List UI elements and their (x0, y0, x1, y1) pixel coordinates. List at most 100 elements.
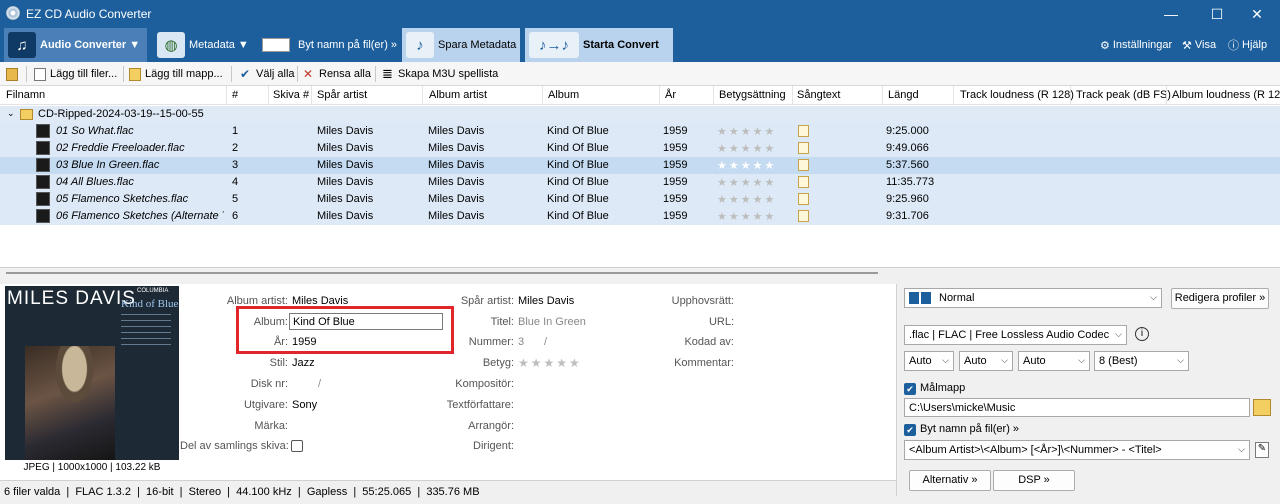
arranger-label: Arrangör: (468, 420, 514, 432)
track-row[interactable]: 04 All Blues.flac 4 Miles Davis Miles Davis… (0, 174, 1280, 191)
rename-pattern-select[interactable]: <Album Artist>\<Album> [<År>]\<Nummer> -… (904, 440, 1250, 460)
title-bar: EZ CD Audio Converter — ☐ ✕ (0, 0, 1280, 28)
bit-depth-select[interactable]: Auto ⌵ (959, 351, 1013, 371)
metadata-menu[interactable]: ◍ Metadata ▼ (153, 28, 253, 62)
brand-label: Märka: (254, 420, 288, 432)
collapse-chevron-icon[interactable]: ⌄ (7, 108, 15, 119)
channels-select[interactable]: Auto ⌵ (1018, 351, 1090, 371)
lyrics-edit-icon[interactable] (798, 142, 809, 154)
track-row[interactable]: 01 So What.flac 1 Miles Davis Miles Davis Ki… (0, 123, 1280, 140)
checkmark-icon: ✔ (240, 66, 251, 81)
convert-arrow-icon: ♪→♪ (529, 32, 579, 58)
track-row[interactable]: 05 Flamenco Sketches.flac 5 Miles Davis Mil… (0, 191, 1280, 208)
edit-pattern-icon[interactable]: ✎ (1255, 442, 1269, 458)
browse-folder-icon[interactable] (1253, 399, 1271, 416)
track-row[interactable]: 06 Flamenco Sketches (Alternate T... 6 Mil… (0, 208, 1280, 225)
album-cover[interactable]: MILES DAVIS COLUMBIA Kind of Blue (5, 286, 179, 460)
rename-checkbox[interactable]: ✔ (904, 424, 916, 436)
help-button[interactable]: ⓘ Hjälp (1228, 28, 1274, 62)
track-artist-value[interactable]: Miles Davis (518, 295, 574, 307)
col-track-loudness[interactable]: Track loudness (R 128) (960, 89, 1074, 101)
publisher-label: Utgivare: (243, 399, 288, 411)
format-select[interactable]: .flac | FLAC | Free Lossless Audio Codec… (904, 325, 1127, 345)
rating-stars[interactable]: ★★★★★ (518, 356, 582, 370)
folder-icon (6, 67, 18, 81)
sample-rate-select[interactable]: Auto ⌵ (904, 351, 954, 371)
settings-button[interactable]: ⚙ Inställningar (1100, 28, 1174, 62)
home-folder-button[interactable] (6, 66, 22, 82)
col-track-artist[interactable]: Spår artist (317, 89, 367, 101)
dsp-button[interactable]: DSP » (993, 470, 1075, 491)
col-disc[interactable]: Skiva # (273, 89, 309, 101)
year-cell: 1959 (663, 125, 688, 137)
track-row[interactable]: 03 Blue In Green.flac 3 Miles Davis Miles D… (0, 157, 1280, 174)
view-button[interactable]: ⚒ Visa (1182, 28, 1222, 62)
col-number[interactable]: # (232, 89, 238, 101)
rating-stars[interactable]: ★★★★★ (717, 193, 776, 206)
file-list[interactable]: Filnamn # Skiva # Spår artist Album arti… (0, 86, 1280, 268)
rating-stars[interactable]: ★★★★★ (717, 176, 776, 189)
disc-label: Disk nr: (250, 378, 288, 390)
genre-value[interactable]: Jazz (292, 357, 315, 369)
create-m3u-button[interactable]: ≣ Skapa M3U spellista (382, 66, 498, 82)
options-button[interactable]: Alternativ » (909, 470, 991, 491)
rating-stars[interactable]: ★★★★★ (717, 125, 776, 138)
music-note-icon: ♫ (8, 32, 36, 58)
destination-checkbox[interactable]: ✔ (904, 383, 916, 395)
add-files-button[interactable]: Lägg till filer... (34, 66, 117, 82)
year-cell: 1959 (663, 176, 688, 188)
toolbar-separator (375, 66, 376, 82)
save-music-icon: ♪ (406, 32, 434, 58)
length-cell: 11:35.773 (886, 176, 935, 188)
rename-label[interactable]: Byt namn på fil(er) » (920, 423, 1019, 435)
number-value[interactable]: 3 (518, 336, 524, 348)
rating-stars[interactable]: ★★★★★ (717, 159, 776, 172)
publisher-value[interactable]: Sony (292, 399, 317, 411)
col-lyrics[interactable]: Sångtext (797, 89, 840, 101)
album-cell: Kind Of Blue (547, 193, 609, 205)
lyrics-edit-icon[interactable] (798, 176, 809, 188)
album-artist-cell: Miles Davis (428, 125, 485, 137)
rating-stars[interactable]: ★★★★★ (717, 142, 776, 155)
destination-input[interactable]: C:\Users\micke\Music (904, 398, 1250, 417)
col-filename[interactable]: Filnamn (6, 89, 45, 101)
pane-splitter[interactable] (6, 272, 878, 274)
audio-converter-menu[interactable]: ♫ Audio Converter ▼ (4, 28, 147, 62)
edit-profiles-button[interactable]: Redigera profiler » (1171, 288, 1269, 309)
disc-value[interactable]: / (318, 378, 321, 390)
col-album-loudness[interactable]: Album loudness (R 128) (1172, 89, 1280, 101)
compilation-checkbox[interactable] (291, 440, 303, 452)
album-artist-cell: Miles Davis (428, 210, 485, 222)
info-icon[interactable]: i (1135, 327, 1149, 341)
rename-files-button[interactable]: Byt namn på fil(er) » (262, 28, 400, 62)
minimize-button[interactable]: — (1148, 0, 1194, 28)
album-cell: Kind Of Blue (547, 210, 609, 222)
add-folder-button[interactable]: Lägg till mapp... (129, 66, 223, 82)
col-year[interactable]: År (665, 89, 676, 101)
lyrics-edit-icon[interactable] (798, 125, 809, 137)
lyrics-edit-icon[interactable] (798, 159, 809, 171)
lyrics-edit-icon[interactable] (798, 210, 809, 222)
start-convert-button[interactable]: ♪→♪ Starta Convert (525, 28, 673, 62)
tools-icon: ⚒ (1182, 39, 1192, 52)
title-value[interactable]: Blue In Green (518, 316, 586, 328)
lyricist-label: Textförfattare: (446, 399, 514, 411)
preset-select[interactable]: Normal ⌵ (904, 288, 1162, 308)
col-album[interactable]: Album (548, 89, 579, 101)
select-all-button[interactable]: ✔ Välj alla (240, 66, 295, 82)
folder-row[interactable]: ⌄ CD-Ripped-2024-03-19--15-00-55 (0, 106, 1280, 123)
lyrics-edit-icon[interactable] (798, 193, 809, 205)
rating-stars[interactable]: ★★★★★ (717, 210, 776, 223)
col-length[interactable]: Längd (888, 89, 919, 101)
album-artist-cell: Miles Davis (428, 142, 485, 154)
col-track-peak[interactable]: Track peak (dB FS) (1076, 89, 1171, 101)
clear-all-button[interactable]: ✕ Rensa alla (303, 66, 371, 82)
save-metadata-button[interactable]: ♪ Spara Metadata (402, 28, 520, 62)
col-rating[interactable]: Betygsättning (719, 89, 786, 101)
track-row[interactable]: 02 Freddie Freeloader.flac 2 Miles Davis Mi… (0, 140, 1280, 157)
close-button[interactable]: ✕ (1234, 0, 1280, 28)
copyright-label: Upphovsrätt: (671, 295, 734, 307)
track-thumbnail (36, 175, 50, 189)
compression-select[interactable]: 8 (Best) ⌵ (1094, 351, 1189, 371)
col-album-artist[interactable]: Album artist (429, 89, 487, 101)
